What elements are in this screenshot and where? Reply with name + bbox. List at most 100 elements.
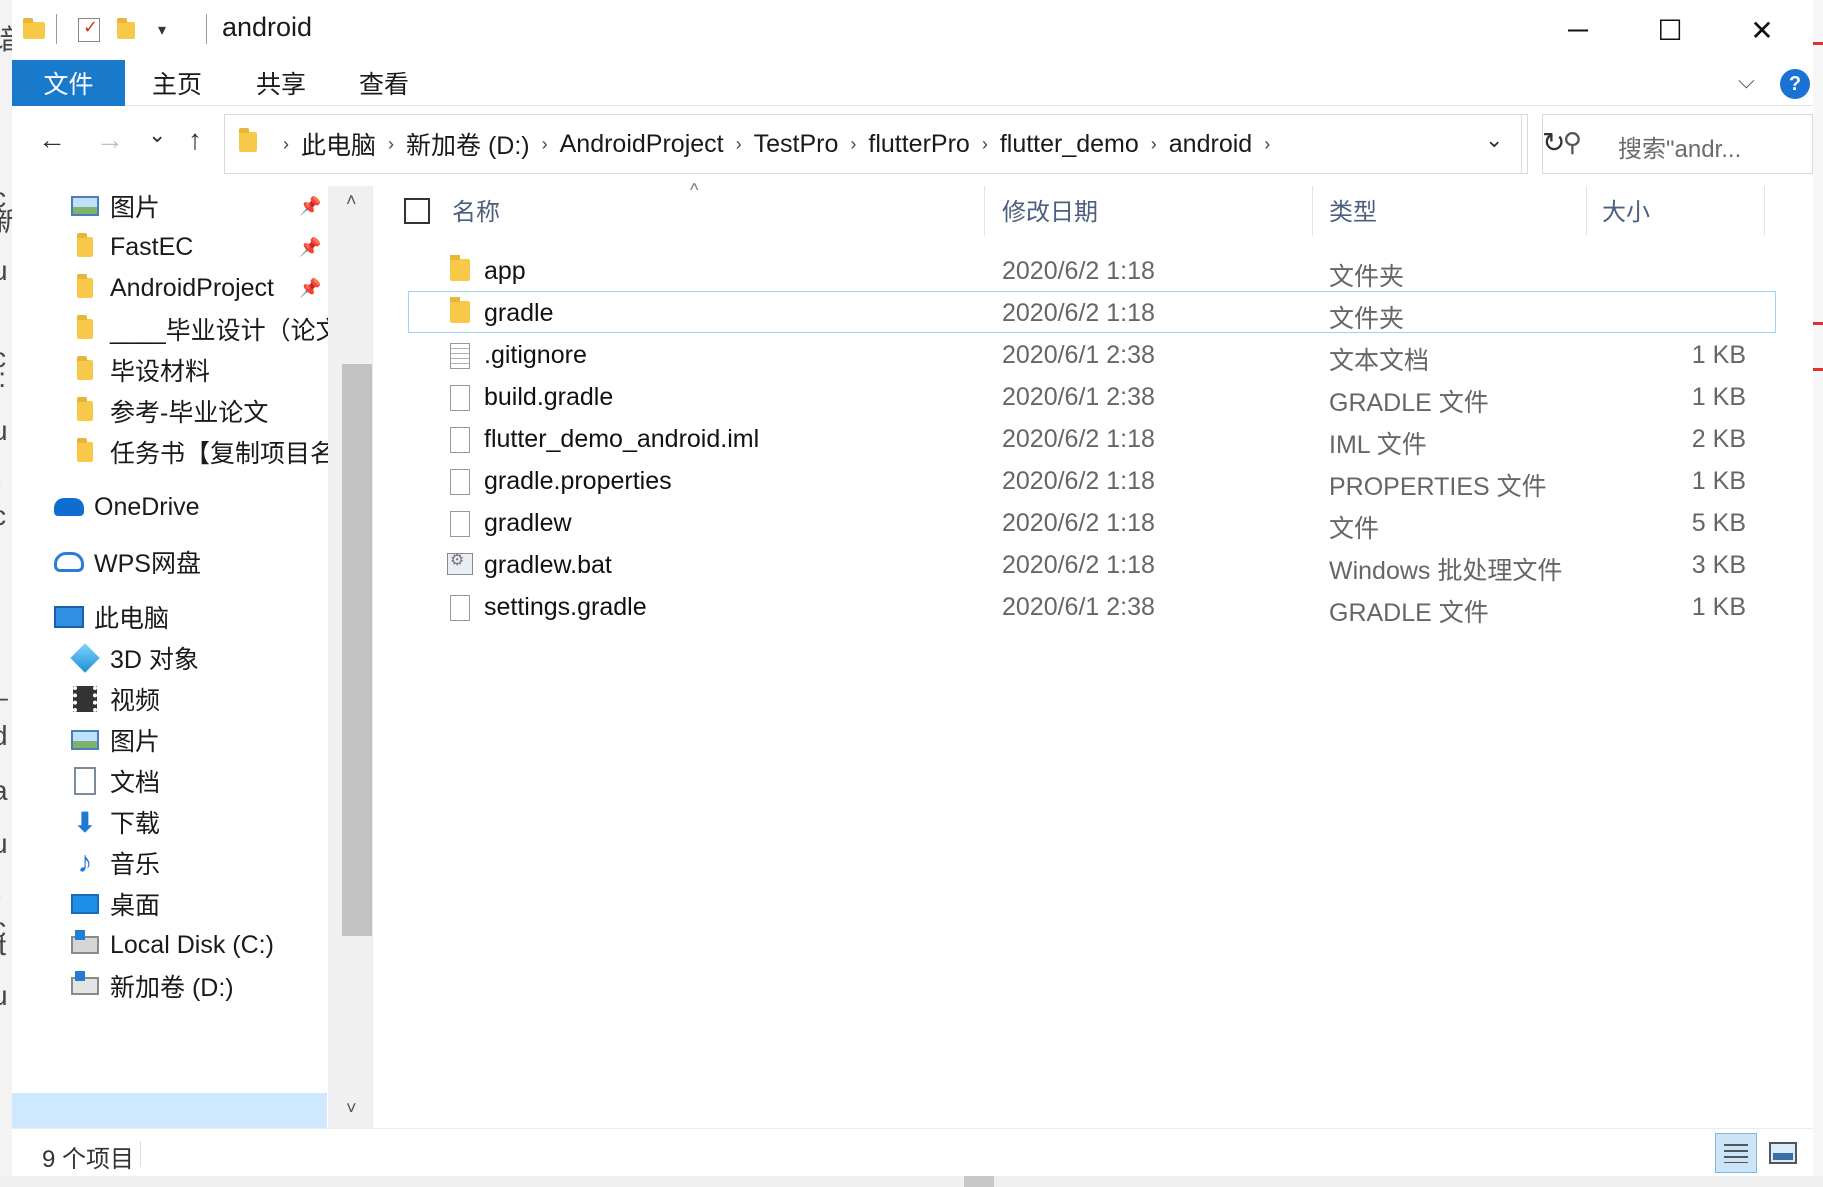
help-icon[interactable]: ? [1780,69,1810,99]
pin-icon[interactable]: 📌 [299,278,321,299]
nav-item-drive-d[interactable]: 新加卷 (D:) [70,966,234,1006]
details-view-button[interactable] [1715,1133,1757,1173]
nav-item-local-disk-c[interactable]: Local Disk (C:) [70,925,274,965]
close-button[interactable]: ✕ [1716,0,1808,60]
pin-icon[interactable]: 📌 [299,196,321,217]
nav-item-documents[interactable]: 文档 [70,761,160,801]
file-name: .gitignore [484,341,587,369]
file-name: gradlew [484,509,572,537]
file-size: 1 KB [1691,341,1746,369]
nav-item-this-pc[interactable]: 此电脑 [54,597,169,637]
nav-item-reference-thesis[interactable]: 参考-毕业论文 [70,391,268,431]
nav-item-design-materials[interactable]: 毕设材料 [70,350,210,390]
breadcrumb: › 此电脑 › 新加卷 (D:) › AndroidProject › Test… [271,115,1282,173]
nav-item-desktop[interactable]: 桌面 [70,884,160,924]
nav-item-fastec[interactable]: FastEC [70,227,193,267]
nav-item-label: 新加卷 (D:) [110,974,234,1002]
table-row[interactable]: build.gradle 2020/6/1 2:38 GRADLE 文件 1 K… [374,376,1813,418]
maximize-button[interactable]: ☐ [1624,0,1716,60]
address-bar[interactable]: › 此电脑 › 新加卷 (D:) › AndroidProject › Test… [224,114,1565,174]
breadcrumb-android[interactable]: android [1169,130,1252,159]
breadcrumb-separator-icon[interactable]: › [542,134,548,155]
table-row[interactable]: gradlew 2020/6/2 1:18 文件 5 KB [374,502,1813,544]
minimize-button[interactable]: ─ [1532,0,1624,60]
breadcrumb-testpro[interactable]: TestPro [754,130,839,159]
large-icons-view-button[interactable] [1763,1133,1803,1173]
scrollbar-thumb[interactable] [342,364,372,936]
breadcrumb-separator-icon[interactable]: › [388,134,394,155]
nav-item-pictures[interactable]: 图片 [70,720,160,760]
nav-item-label: 图片 [110,194,161,222]
breadcrumb-separator-icon[interactable]: › [1151,134,1157,155]
nav-item-androidproject[interactable]: AndroidProject [70,268,274,308]
file-date: 2020/6/2 1:18 [1002,257,1155,285]
breadcrumb-androidproject[interactable]: AndroidProject [560,130,724,159]
breadcrumb-separator-icon[interactable]: › [982,134,988,155]
file-date: 2020/6/2 1:18 [1002,551,1155,579]
nav-item-onedrive[interactable]: OneDrive [54,487,200,527]
back-button[interactable]: ← [38,126,66,154]
nav-item-music[interactable]: ♪ 音乐 [70,843,161,883]
table-row[interactable]: app 2020/6/2 1:18 文件夹 [374,250,1813,292]
file-date: 2020/6/1 2:38 [1002,383,1155,411]
nav-item-pictures-quick[interactable]: 图片 [70,186,160,226]
search-box[interactable]: ⚲ 搜索"andr... [1542,114,1813,174]
table-row[interactable]: gradle 2020/6/2 1:18 文件夹 [374,292,1813,334]
column-header-date[interactable]: 修改日期 [1002,186,1098,232]
search-placeholder: 搜索"andr... [1618,136,1742,163]
column-header-name[interactable]: 名称 [452,186,500,232]
breadcrumb-drive-d[interactable]: 新加卷 (D:) [406,126,530,162]
file-date: 2020/6/2 1:18 [1002,299,1155,327]
forward-button[interactable]: → [96,126,124,154]
scroll-up-icon[interactable]: ˄ [346,190,357,211]
nav-item-label: 下载 [110,810,161,838]
nav-item-graduation-design[interactable]: ____毕业设计（论文 [70,309,341,349]
column-header-size[interactable]: 大小 [1602,186,1650,232]
tab-share[interactable]: 共享 [256,60,306,106]
table-row[interactable]: gradle.properties 2020/6/2 1:18 PROPERTI… [374,460,1813,502]
nav-item-label: 毕设材料 [110,358,211,386]
customize-quick-access-dropdown-icon[interactable]: ▾ [150,14,174,46]
tab-file[interactable]: 文件 [12,60,125,106]
properties-quick-access-icon[interactable] [76,14,102,46]
breadcrumb-separator-icon[interactable]: › [850,134,856,155]
table-row[interactable]: flutter_demo_android.iml 2020/6/2 1:18 I… [374,418,1813,460]
nav-item-label: 3D 对象 [110,646,199,674]
file-name: flutter_demo_android.iml [484,425,760,453]
nav-item-wps-cloud[interactable]: WPS网盘 [54,542,201,582]
breadcrumb-flutter-demo[interactable]: flutter_demo [1000,130,1139,159]
breadcrumb-this-pc[interactable]: 此电脑 [301,126,376,162]
table-row[interactable]: .gitignore 2020/6/1 2:38 文本文档 1 KB [374,334,1813,376]
file-type: 文件 [1329,515,1380,543]
breadcrumb-flutterpro[interactable]: flutterPro [868,130,969,159]
breadcrumb-separator-icon[interactable]: › [1264,134,1270,155]
tab-view[interactable]: 查看 [359,60,409,106]
file-name: build.gradle [484,383,614,411]
address-history-dropdown[interactable]: ⌄ [1485,127,1503,153]
new-folder-quick-access-icon[interactable] [114,14,138,46]
recent-locations-dropdown[interactable]: ⌄ [148,124,166,146]
file-date: 2020/6/1 2:38 [1002,341,1155,369]
column-header-type[interactable]: 类型 [1329,186,1377,232]
title-bar[interactable]: ▾ android ─ ☐ ✕ [12,0,1813,60]
tab-home[interactable]: 主页 [152,60,202,106]
nav-item-downloads[interactable]: ⬇ 下载 [70,802,160,842]
nav-item-label: AndroidProject [110,273,274,302]
onedrive-icon [54,498,84,516]
breadcrumb-separator-icon[interactable]: › [283,134,289,155]
background-window-left: 谙-c新u-cl:u-c_dau-cltu [0,0,12,1187]
select-all-checkbox[interactable] [404,198,430,224]
expand-ribbon-chevron-icon[interactable]: ⌵ [1738,68,1755,94]
nav-item-videos[interactable]: 视频 [70,679,160,719]
file-icon [450,511,470,537]
nav-pane-scrollbar[interactable]: ˄ ˅ [328,186,372,1128]
text-file-icon [450,343,470,369]
pin-icon[interactable]: 📌 [299,237,321,258]
nav-item-task-book[interactable]: 任务书【复制项目名 [70,432,335,472]
table-row[interactable]: settings.gradle 2020/6/1 2:38 GRADLE 文件 … [374,586,1813,628]
table-row[interactable]: gradlew.bat 2020/6/2 1:18 Windows 批处理文件 … [374,544,1813,586]
up-button[interactable]: ↑ [188,126,202,154]
scroll-down-icon[interactable]: ˅ [346,1098,357,1119]
nav-item-3d-objects[interactable]: 3D 对象 [70,638,199,678]
breadcrumb-separator-icon[interactable]: › [736,134,742,155]
